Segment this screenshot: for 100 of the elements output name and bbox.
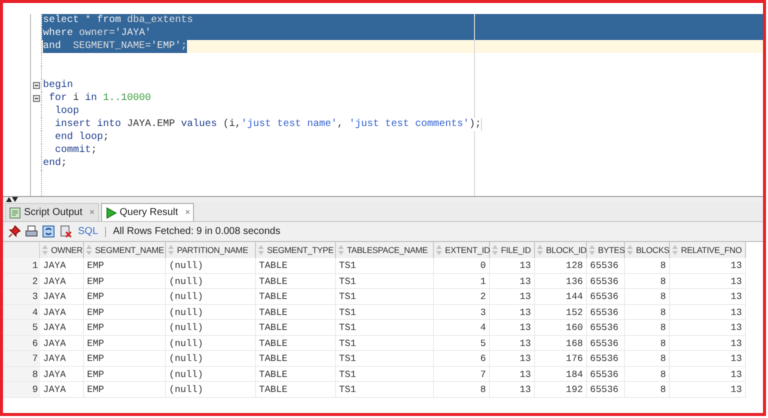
column-header[interactable]: SEGMENT_NAME bbox=[84, 242, 166, 258]
sort-icon bbox=[492, 245, 498, 255]
close-tab-button[interactable]: × bbox=[89, 206, 95, 220]
sort-icon bbox=[338, 245, 344, 255]
result-tab[interactable]: Query Result × bbox=[100, 203, 194, 221]
table-cell: 13 bbox=[670, 304, 746, 319]
row-number: 1 bbox=[3, 258, 40, 272]
splitter-arrows-icon[interactable] bbox=[6, 197, 18, 202]
table-cell: 8 bbox=[434, 382, 490, 396]
table-cell: 8 bbox=[625, 382, 670, 396]
play-icon bbox=[104, 206, 117, 218]
table-cell: 144 bbox=[535, 289, 587, 304]
table-cell: 7 bbox=[434, 366, 490, 381]
delete-document-icon[interactable] bbox=[59, 225, 72, 238]
row-number: 3 bbox=[3, 289, 40, 304]
table-cell: JAYA bbox=[40, 320, 84, 334]
table-cell: 13 bbox=[670, 274, 746, 288]
table-cell: 8 bbox=[625, 351, 670, 366]
table-cell: JAYA bbox=[40, 289, 84, 304]
code-text: insert into JAYA.EMP values (i,'just test name', 'just test comments'); bbox=[54, 118, 482, 131]
fetch-status: All Rows Fetched: 9 in 0.008 seconds bbox=[113, 225, 280, 239]
table-cell: EMP bbox=[84, 320, 166, 334]
table-cell: EMP bbox=[84, 382, 166, 396]
sort-icon bbox=[436, 245, 442, 255]
table-cell: 65536 bbox=[587, 274, 625, 288]
sort-icon bbox=[258, 245, 264, 255]
table-cell: TS1 bbox=[336, 382, 434, 396]
table-cell: JAYA bbox=[40, 351, 84, 366]
table-cell: 65536 bbox=[587, 366, 625, 381]
column-header[interactable]: BLOCK_ID bbox=[535, 242, 587, 258]
table-cell: TS1 bbox=[336, 366, 434, 381]
table-cell: JAYA bbox=[40, 274, 84, 288]
table-cell: TS1 bbox=[336, 336, 434, 350]
table-cell: (null) bbox=[166, 382, 256, 396]
sort-icon bbox=[589, 245, 595, 255]
row-number: 8 bbox=[3, 366, 40, 381]
table-cell: 8 bbox=[625, 289, 670, 304]
sql-link[interactable]: SQL bbox=[78, 224, 98, 239]
table-cell: TABLE bbox=[256, 382, 336, 396]
table-cell: 136 bbox=[535, 274, 587, 288]
table-cell: 13 bbox=[670, 382, 746, 396]
column-header[interactable]: OWNER bbox=[40, 242, 84, 258]
table-cell: TABLE bbox=[256, 351, 336, 366]
table-cell: TABLE bbox=[256, 258, 336, 272]
table-cell: 1 bbox=[434, 274, 490, 288]
table-cell: JAYA bbox=[40, 336, 84, 350]
sort-icon bbox=[42, 245, 48, 255]
table-cell: EMP bbox=[84, 274, 166, 288]
row-number: 6 bbox=[3, 336, 40, 350]
column-header[interactable]: TABLESPACE_NAME bbox=[336, 242, 434, 258]
table-cell: JAYA bbox=[40, 258, 84, 272]
table-cell: 65536 bbox=[587, 258, 625, 272]
table-cell: 65536 bbox=[587, 382, 625, 396]
code-text: end loop; bbox=[54, 131, 110, 144]
sort-icon bbox=[168, 245, 174, 255]
table-cell: TABLE bbox=[256, 289, 336, 304]
document-icon bbox=[9, 206, 21, 218]
column-header[interactable]: RELATIVE_FNO bbox=[670, 242, 746, 258]
result-tab[interactable]: Script Output × bbox=[5, 203, 99, 221]
table-cell: TABLE bbox=[256, 320, 336, 334]
table-cell: (null) bbox=[166, 289, 256, 304]
sort-icon bbox=[537, 245, 543, 255]
table-cell: (null) bbox=[166, 351, 256, 366]
table-cell: 13 bbox=[670, 366, 746, 381]
table-cell: 2 bbox=[434, 289, 490, 304]
column-header[interactable]: SEGMENT_TYPE bbox=[256, 242, 336, 258]
table-cell: 8 bbox=[625, 258, 670, 272]
table-cell: 168 bbox=[535, 336, 587, 350]
table-cell: 5 bbox=[434, 336, 490, 350]
table-cell: EMP bbox=[84, 351, 166, 366]
table-cell: 13 bbox=[670, 336, 746, 350]
sort-icon bbox=[672, 245, 678, 255]
column-header[interactable]: BLOCKS bbox=[625, 242, 670, 258]
table-cell: EMP bbox=[84, 289, 166, 304]
table-cell: 128 bbox=[535, 258, 587, 272]
table-cell: 13 bbox=[490, 351, 535, 366]
table-cell: 13 bbox=[490, 274, 535, 288]
table-cell: TS1 bbox=[336, 351, 434, 366]
table-cell: TABLE bbox=[256, 304, 336, 319]
table-cell: TABLE bbox=[256, 274, 336, 288]
row-number: 4 bbox=[3, 304, 40, 319]
column-header[interactable]: EXTENT_ID bbox=[434, 242, 490, 258]
table-cell: 192 bbox=[535, 382, 587, 396]
column-header[interactable]: PARTITION_NAME bbox=[166, 242, 256, 258]
pin-icon[interactable] bbox=[8, 225, 21, 238]
fold-collapse-icon[interactable] bbox=[32, 95, 40, 102]
fold-collapse-icon[interactable] bbox=[32, 82, 40, 89]
table-cell: 65536 bbox=[587, 351, 625, 366]
table-cell: 8 bbox=[625, 336, 670, 350]
printer-icon[interactable] bbox=[25, 225, 38, 238]
column-header[interactable]: BYTES bbox=[587, 242, 625, 258]
table-cell: 65536 bbox=[587, 336, 625, 350]
table-cell: 160 bbox=[535, 320, 587, 334]
code-text: loop bbox=[54, 105, 80, 118]
table-cell: TS1 bbox=[336, 289, 434, 304]
refresh-icon[interactable] bbox=[42, 225, 55, 238]
table-cell: 65536 bbox=[587, 304, 625, 319]
close-tab-button[interactable]: × bbox=[184, 206, 190, 220]
table-cell: 0 bbox=[434, 258, 490, 272]
column-header[interactable]: FILE_ID bbox=[490, 242, 535, 258]
